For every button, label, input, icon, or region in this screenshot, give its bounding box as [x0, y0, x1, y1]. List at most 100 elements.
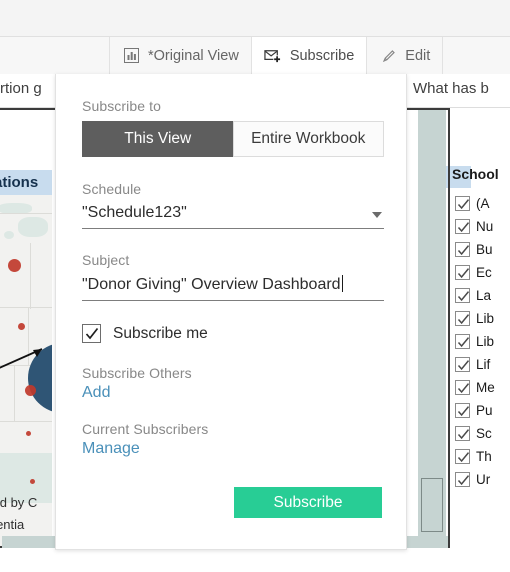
top-toolbar-strip	[0, 0, 510, 37]
subscribe-me-row[interactable]: Subscribe me	[82, 324, 382, 343]
subscribe-label: Subscribe	[289, 47, 355, 64]
filter-list-item[interactable]: Lif	[455, 353, 495, 376]
check-icon	[457, 383, 470, 394]
subscribe-to-toggle: This View Entire Workbook	[82, 121, 384, 157]
subject-label: Subject	[82, 252, 130, 268]
filter-item-checkbox[interactable]	[455, 334, 470, 349]
filter-item-checkbox[interactable]	[455, 426, 470, 441]
vertical-scrollbar-thumb[interactable]	[421, 478, 443, 532]
toggle-option-this-view[interactable]: This View	[82, 121, 233, 157]
filter-item-label: Pu	[476, 403, 493, 418]
pencil-icon	[379, 46, 398, 65]
edit-button[interactable]: Edit	[367, 37, 444, 74]
map-title-text: ations	[0, 174, 39, 191]
view-toolbar: *Original View Subscribe Edit	[0, 37, 510, 74]
filter-item-label: Ec	[476, 265, 492, 280]
filter-checkbox-list: (A Nu Bu Ec La Lib Lib Lif Me Pu Sc Th Ur	[455, 192, 495, 491]
filter-item-label: Sc	[476, 426, 492, 441]
check-icon	[457, 452, 470, 463]
filter-list-item[interactable]: Sc	[455, 422, 495, 445]
check-icon	[457, 475, 470, 486]
filter-list-item[interactable]: Bu	[455, 238, 495, 261]
map-canvas[interactable]: ved by C potentia	[0, 195, 52, 548]
subject-value: "Donor Giving" Overview Dashboard	[82, 276, 341, 293]
filter-item-checkbox[interactable]	[455, 403, 470, 418]
filter-item-checkbox[interactable]	[455, 311, 470, 326]
filter-list-item[interactable]: Ec	[455, 261, 495, 284]
check-icon	[457, 291, 470, 302]
subscribe-me-checkbox[interactable]	[82, 324, 101, 343]
filter-item-checkbox[interactable]	[455, 472, 470, 487]
edit-label: Edit	[405, 47, 431, 64]
map-annotation-line-2: potentia	[0, 517, 25, 532]
filter-item-label: Th	[476, 449, 492, 464]
filter-item-label: (A	[476, 196, 490, 211]
map-panel: ations	[0, 108, 52, 548]
filter-list-item[interactable]: Pu	[455, 399, 495, 422]
chevron-down-icon	[372, 212, 382, 218]
subscribe-button[interactable]: Subscribe	[251, 37, 368, 74]
toggle-option-entire-workbook[interactable]: Entire Workbook	[232, 121, 384, 157]
filter-item-label: La	[476, 288, 492, 303]
filter-item-label: Nu	[476, 219, 494, 234]
filter-item-label: Lib	[476, 311, 495, 326]
filter-item-checkbox[interactable]	[455, 449, 470, 464]
filter-title: School	[452, 166, 499, 182]
filter-list-item[interactable]: Th	[455, 445, 495, 468]
bar-chart-icon	[122, 46, 141, 65]
schedule-value: "Schedule123"	[82, 204, 187, 221]
filter-item-label: Ur	[476, 472, 491, 487]
filter-item-checkbox[interactable]	[455, 265, 470, 280]
popover-actions: Subscribe	[82, 487, 382, 518]
filter-item-label: Lif	[476, 357, 491, 372]
right-clipped-text: What has b	[413, 80, 489, 97]
check-icon	[457, 245, 470, 256]
left-clipped-text: rtion g	[0, 80, 42, 97]
filter-list-item[interactable]: (A	[455, 192, 495, 215]
vertical-scrollbar-track[interactable]	[418, 110, 446, 536]
text-cursor	[341, 275, 343, 292]
subscribe-others-group: Subscribe Others Add	[82, 365, 382, 402]
check-icon	[85, 327, 99, 340]
filter-item-checkbox[interactable]	[455, 288, 470, 303]
envelope-plus-icon	[264, 46, 283, 65]
filter-item-checkbox[interactable]	[455, 196, 470, 211]
filter-list-item[interactable]: Lib	[455, 330, 495, 353]
filter-list-item[interactable]: Ur	[455, 468, 495, 491]
add-subscribers-link[interactable]: Add	[82, 384, 110, 402]
subscribe-others-label: Subscribe Others	[82, 365, 192, 381]
map-title: ations	[0, 170, 52, 195]
filter-item-checkbox[interactable]	[455, 219, 470, 234]
filter-list-item[interactable]: La	[455, 284, 495, 307]
subscribe-to-label: Subscribe to	[82, 98, 162, 114]
check-icon	[457, 222, 470, 233]
check-icon	[457, 337, 470, 348]
filter-item-checkbox[interactable]	[455, 380, 470, 395]
screen-root: *Original View Subscribe Edit rtion g Wh…	[0, 0, 510, 572]
schedule-label: Schedule	[82, 181, 142, 197]
filter-item-label: Lib	[476, 334, 495, 349]
check-icon	[457, 314, 470, 325]
check-icon	[457, 199, 470, 210]
current-subscribers-group: Current Subscribers Manage	[82, 421, 382, 458]
subject-value-wrap: "Donor Giving" Overview Dashboard	[82, 275, 384, 294]
manage-subscribers-link[interactable]: Manage	[82, 440, 140, 458]
filter-item-checkbox[interactable]	[455, 357, 470, 372]
subscribe-submit-button[interactable]: Subscribe	[234, 487, 382, 518]
filter-item-label: Bu	[476, 242, 493, 257]
check-icon	[457, 360, 470, 371]
original-view-button[interactable]: *Original View	[110, 37, 252, 74]
filter-item-checkbox[interactable]	[455, 242, 470, 257]
current-subscribers-label: Current Subscribers	[82, 421, 209, 437]
schedule-select[interactable]: "Schedule123"	[82, 204, 384, 229]
check-icon	[457, 406, 470, 417]
map-annotation-line-1: ved by C	[0, 495, 38, 510]
filter-list-item[interactable]: Lib	[455, 307, 495, 330]
check-icon	[457, 268, 470, 279]
check-icon	[457, 429, 470, 440]
school-filter-card: School (A Nu Bu Ec La Lib Lib Lif Me Pu Sc Th Ur	[440, 140, 510, 540]
subject-input[interactable]: "Donor Giving" Overview Dashboard	[82, 275, 384, 301]
filter-list-item[interactable]: Me	[455, 376, 495, 399]
filter-list-item[interactable]: Nu	[455, 215, 495, 238]
filter-item-label: Me	[476, 380, 495, 395]
